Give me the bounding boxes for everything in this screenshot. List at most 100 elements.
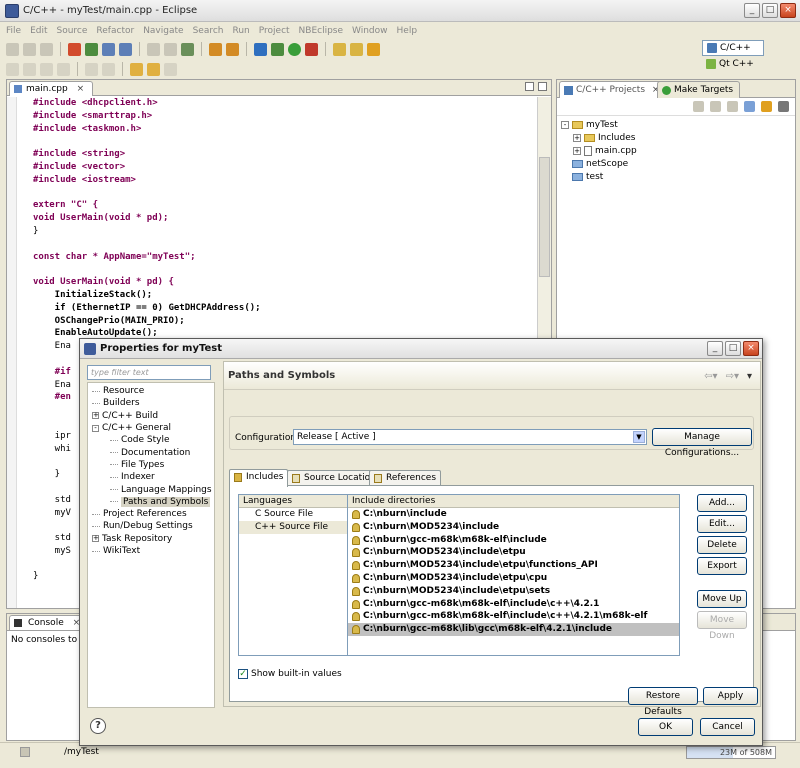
tab-cpp-projects[interactable]: C/C++ Projects × xyxy=(559,81,667,98)
new-icon[interactable] xyxy=(6,42,19,56)
link-editor-icon[interactable] xyxy=(761,101,772,112)
tab-main-cpp[interactable]: main.cpp × xyxy=(9,81,94,96)
add-button[interactable]: Add... xyxy=(697,494,747,512)
help-icon[interactable]: ? xyxy=(90,718,106,734)
close-button[interactable]: × xyxy=(780,3,796,18)
hammer-icon[interactable] xyxy=(209,42,222,56)
heap-status[interactable]: 23M of 508M xyxy=(686,746,776,759)
include-directory-item[interactable]: C:\nburn\include xyxy=(348,508,679,521)
new-project-icon[interactable] xyxy=(181,42,194,56)
menu-item-nbeclipse[interactable]: NBEclipse xyxy=(299,26,343,36)
include-directory-item[interactable]: C:\nburn\MOD5234\include xyxy=(348,521,679,534)
save-icon[interactable] xyxy=(23,42,36,56)
nav-item[interactable]: File Types xyxy=(110,459,164,471)
open-project-icon[interactable] xyxy=(350,42,363,56)
nav-item[interactable]: + Task Repository xyxy=(92,533,172,545)
collapse-all-icon[interactable] xyxy=(744,101,755,112)
flash-icon[interactable] xyxy=(367,42,380,56)
menu-item-refactor[interactable]: Refactor xyxy=(96,26,134,36)
forward-arrow-icon[interactable]: ⇨▾ xyxy=(726,371,739,382)
nav-item[interactable]: Run/Debug Settings xyxy=(92,520,193,532)
tree-item[interactable]: test xyxy=(561,170,637,183)
include-directory-item[interactable]: C:\nburn\MOD5234\include\etpu\cpu xyxy=(348,572,679,585)
nav-item[interactable]: + C/C++ Build xyxy=(92,410,158,422)
debug-icon[interactable] xyxy=(85,42,98,56)
dialog-maximize-button[interactable]: □ xyxy=(725,341,741,356)
cancel-button[interactable]: Cancel xyxy=(700,718,755,736)
up-icon[interactable] xyxy=(727,101,738,112)
move-down-button[interactable]: Move Down xyxy=(697,611,747,641)
forward-icon[interactable] xyxy=(710,101,721,112)
include-directory-item[interactable]: C:\nburn\gcc-m68k\lib\gcc\m68k-elf\4.2.1… xyxy=(348,623,679,636)
expand-icon[interactable]: + xyxy=(573,146,581,155)
build-icon[interactable] xyxy=(68,42,81,56)
block-icon[interactable] xyxy=(57,62,70,76)
nav-item[interactable]: - C/C++ General xyxy=(92,422,171,434)
at-icon[interactable] xyxy=(254,42,267,56)
pen-icon[interactable] xyxy=(6,62,19,76)
maximize-button[interactable]: □ xyxy=(762,3,778,18)
expand-icon[interactable]: + xyxy=(92,412,99,420)
nav-item[interactable]: Documentation xyxy=(110,447,190,459)
ok-button[interactable]: OK xyxy=(638,718,693,736)
collapse-icon[interactable]: - xyxy=(561,120,569,129)
next-annotation-icon[interactable] xyxy=(85,62,98,76)
nav-item[interactable]: Paths and Symbols xyxy=(110,496,211,508)
new-class-icon[interactable] xyxy=(147,42,160,56)
menu-item-source[interactable]: Source xyxy=(57,26,88,36)
manage-configurations-button[interactable]: Manage Configurations... xyxy=(652,428,752,458)
menu-item-help[interactable]: Help xyxy=(397,26,418,36)
tab-make-targets[interactable]: Make Targets xyxy=(657,81,741,98)
minimize-view-icon[interactable] xyxy=(525,82,534,91)
include-directory-item[interactable]: C:\nburn\MOD5234\include\etpu xyxy=(348,546,679,559)
tab-references[interactable]: References xyxy=(369,470,442,486)
back-icon[interactable] xyxy=(693,101,704,112)
print-icon[interactable] xyxy=(40,42,53,56)
perspective-qt[interactable]: Qt C++ xyxy=(702,56,796,72)
delete-button[interactable]: Delete xyxy=(697,536,747,554)
external-tools-icon[interactable] xyxy=(305,42,318,56)
nav-item[interactable]: Language Mappings xyxy=(110,483,212,495)
bug-icon[interactable] xyxy=(271,42,284,56)
nav-item[interactable]: Code Style xyxy=(110,434,170,446)
open-folder-icon[interactable] xyxy=(333,42,346,56)
nav-item[interactable]: Indexer xyxy=(110,471,155,483)
collapse-icon[interactable]: - xyxy=(92,424,99,432)
configuration-select[interactable]: Release [ Active ] ▼ xyxy=(293,429,647,445)
fast-view-icon[interactable] xyxy=(20,747,30,757)
menu-item-search[interactable]: Search xyxy=(193,26,224,36)
include-directory-item[interactable]: C:\nburn\gcc-m68k\m68k-elf\include xyxy=(348,534,679,547)
mark-icon[interactable] xyxy=(40,62,53,76)
restore-defaults-button[interactable]: Restore Defaults xyxy=(628,687,698,717)
tab-console[interactable]: Console × xyxy=(9,615,90,630)
nav-item[interactable]: Builders xyxy=(92,397,140,409)
nav-item[interactable]: WikiText xyxy=(92,545,140,557)
back-arrow-icon[interactable]: ⇦▾ xyxy=(704,371,717,382)
back-icon[interactable] xyxy=(130,62,143,76)
toggle-icon[interactable] xyxy=(23,62,36,76)
tab-close-icon[interactable]: × xyxy=(77,84,85,94)
tree-item[interactable]: - myTest xyxy=(561,118,637,131)
open-type-icon[interactable] xyxy=(119,42,132,56)
view-menu-icon[interactable]: ▾ xyxy=(747,371,752,382)
view-menu-icon[interactable] xyxy=(778,101,789,112)
move-up-button[interactable]: Move Up xyxy=(697,590,747,608)
apply-button[interactable]: Apply xyxy=(703,687,758,705)
dialog-minimize-button[interactable]: _ xyxy=(707,341,723,356)
run-icon[interactable] xyxy=(288,42,301,56)
dialog-close-button[interactable]: × xyxy=(743,341,759,356)
search-icon[interactable] xyxy=(102,42,115,56)
menu-item-edit[interactable]: Edit xyxy=(30,26,47,36)
tree-item[interactable]: + main.cpp xyxy=(561,144,637,157)
target-icon[interactable] xyxy=(226,42,239,56)
nav-item[interactable]: Resource xyxy=(92,385,144,397)
tab-includes[interactable]: Includes xyxy=(229,469,289,487)
export-button[interactable]: Export xyxy=(697,557,747,575)
nav-item[interactable]: Project References xyxy=(92,508,187,520)
edit-button[interactable]: Edit... xyxy=(697,515,747,533)
include-directory-item[interactable]: C:\nburn\gcc-m68k\m68k-elf\include\c++\4… xyxy=(348,598,679,611)
new-file-icon[interactable] xyxy=(164,42,177,56)
expand-icon[interactable]: + xyxy=(573,133,581,142)
menu-item-run[interactable]: Run xyxy=(232,26,249,36)
include-directory-item[interactable]: C:\nburn\MOD5234\include\etpu\functions_… xyxy=(348,559,679,572)
